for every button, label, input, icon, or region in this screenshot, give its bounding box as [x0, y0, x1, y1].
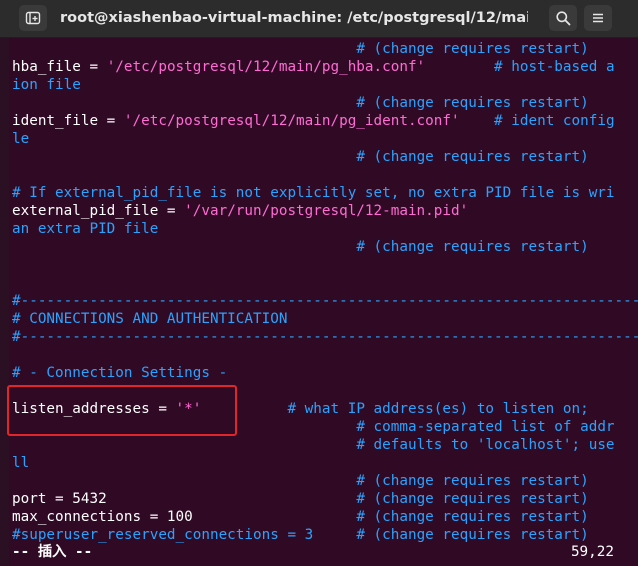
config-text: ident_file = [12, 113, 124, 129]
comment-text: ion file [12, 77, 81, 93]
config-text [12, 239, 356, 255]
config-text [313, 527, 356, 543]
comment-text: # host-based a [494, 59, 615, 75]
cursor-position: 59,22 [570, 544, 614, 560]
editor-line: port = 5432 # (change requires restart) [12, 490, 638, 508]
new-tab-button[interactable] [19, 5, 47, 31]
config-text [193, 509, 357, 525]
listen-addresses-highlight-box [7, 385, 237, 436]
comment-text: le [12, 131, 30, 147]
editor-line: # (change requires restart) [12, 94, 638, 112]
editor-line: # CONNECTIONS AND AUTHENTICATION [12, 310, 638, 328]
editor-line: # If external_pid_file is not explicitly… [12, 184, 638, 202]
comment-text: #---------------------------------------… [12, 293, 638, 309]
editor-line: # - Connection Settings - [12, 364, 638, 382]
comment-text: # (change requires restart) [356, 527, 589, 543]
config-text: max_connections = 100 [12, 509, 193, 525]
editor-line: ion file [12, 76, 638, 94]
string-literal: '/var/run/postgresql/12-main.pid' [184, 203, 469, 219]
editor-line: an extra PID file [12, 220, 638, 238]
editor-line: ll [12, 454, 638, 472]
config-text [12, 473, 356, 489]
title-bar: root@xiashenbao-virtual-machine: /etc/po… [0, 0, 638, 38]
comment-text: # (change requires restart) [356, 473, 589, 489]
comment-text: # (change requires restart) [356, 509, 589, 525]
comment-text: # defaults to 'localhost'; use [356, 437, 615, 453]
editor-line: # defaults to 'localhost'; use [12, 436, 638, 454]
editor-line: #---------------------------------------… [12, 328, 638, 346]
left-window-edge [0, 38, 9, 566]
comment-text: # (change requires restart) [356, 41, 589, 57]
comment-text: # (change requires restart) [356, 239, 589, 255]
comment-text: an extra PID file [12, 221, 159, 237]
comment-text: #---------------------------------------… [12, 329, 638, 345]
config-text [107, 491, 357, 507]
comment-text: # If external_pid_file is not explicitly… [12, 185, 615, 201]
search-button[interactable] [549, 5, 577, 31]
editor-line: le [12, 130, 638, 148]
config-text: external_pid_file = [12, 203, 185, 219]
comment-text: #superuser_reserved_connections = 3 [12, 527, 314, 543]
vim-mode-indicator: -- 插入 -- [12, 544, 93, 560]
config-text: hba_file = [12, 59, 107, 75]
window-title: root@xiashenbao-virtual-machine: /etc/po… [60, 10, 528, 26]
vim-editor-buffer[interactable]: # (change requires restart) hba_file = '/… [12, 40, 638, 566]
menu-icon [593, 13, 603, 23]
editor-line: ident_file = '/etc/postgresql/12/main/pg… [12, 112, 638, 130]
string-literal: '/etc/postgresql/12/main/pg_ident.conf' [123, 113, 460, 129]
search-icon [556, 11, 571, 26]
comment-text: # (change requires restart) [356, 491, 589, 507]
config-text [460, 113, 494, 129]
new-tab-icon [25, 11, 41, 25]
comment-text: # comma-separated list of addr [356, 419, 615, 435]
editor-line: max_connections = 100 # (change requires… [12, 508, 638, 526]
comment-text: # what IP address(es) to listen on; [287, 401, 589, 417]
comment-text: # (change requires restart) [356, 95, 589, 111]
comment-text: # - Connection Settings - [12, 365, 228, 381]
editor-line: # (change requires restart) [12, 40, 638, 58]
comment-text: # ident config [494, 113, 615, 129]
config-text: port = 5432 [12, 491, 107, 507]
comment-text: # (change requires restart) [356, 149, 589, 165]
editor-line: # (change requires restart) [12, 148, 638, 166]
comment-text: # CONNECTIONS AND AUTHENTICATION [12, 311, 288, 327]
string-literal: '/etc/postgresql/12/main/pg_hba.conf' [106, 59, 426, 75]
editor-line: # (change requires restart) [12, 472, 638, 490]
editor-line: external_pid_file = '/var/run/postgresql… [12, 202, 638, 220]
editor-line: #---------------------------------------… [12, 292, 638, 310]
menu-button[interactable] [584, 5, 612, 31]
config-text [12, 41, 356, 57]
editor-line: hba_file = '/etc/postgresql/12/main/pg_h… [12, 58, 638, 76]
config-text [12, 149, 356, 165]
config-text [12, 437, 356, 453]
vim-status-line: -- 插入 -- 59,22 [12, 542, 620, 562]
config-text [12, 95, 356, 111]
comment-text: ll [12, 455, 30, 471]
editor-line: # (change requires restart) [12, 238, 638, 256]
config-text [425, 59, 494, 75]
